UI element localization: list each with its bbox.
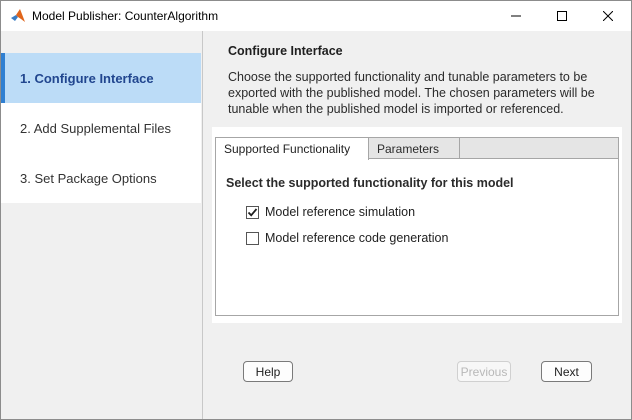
section-description: Choose the supported functionality and t… [228,70,595,116]
close-icon[interactable] [585,1,631,31]
window-controls [493,1,631,31]
option-model-reference-simulation[interactable]: Model reference simulation [246,205,415,219]
tab-content: Select the supported functionality for t… [215,158,619,316]
section-title: Configure Interface [228,44,343,58]
checkbox-checked[interactable] [246,205,259,219]
window-title: Model Publisher: CounterAlgorithm [32,9,219,23]
step-label: 3. Set Package Options [20,170,157,186]
previous-button[interactable]: Previous [457,361,511,382]
tab-supported-functionality[interactable]: Supported Functionality [215,137,369,160]
option-model-reference-code-generation[interactable]: Model reference code generation [246,231,448,245]
minimize-icon[interactable] [493,1,539,31]
step-configure-interface[interactable]: 1. Configure Interface [1,53,201,103]
option-label: Model reference code generation [265,231,449,245]
maximize-icon[interactable] [539,1,585,31]
interface-panel: Supported Functionality Parameters Selec… [212,127,622,323]
step-add-supplemental-files[interactable]: 2. Add Supplemental Files [1,103,201,153]
steps-sidebar: 1. Configure Interface 2. Add Supplement… [1,31,203,419]
next-button[interactable]: Next [541,361,592,382]
help-button[interactable]: Help [243,361,293,382]
option-label: Model reference simulation [265,205,416,219]
matlab-icon [10,8,26,24]
title-bar: Model Publisher: CounterAlgorithm [1,1,631,31]
tab-label: Parameters [377,141,440,156]
tab-strip: Supported Functionality Parameters [215,137,619,160]
step-set-package-options[interactable]: 3. Set Package Options [1,153,201,203]
step-label: 2. Add Supplemental Files [20,120,172,136]
main-content: Configure Interface Choose the supported… [203,31,631,419]
tab-parameters[interactable]: Parameters [368,137,460,159]
tab-label: Supported Functionality [224,142,351,156]
functionality-heading: Select the supported functionality for t… [226,176,514,190]
step-label: 1. Configure Interface [20,70,154,86]
model-publisher-window: Model Publisher: CounterAlgorithm 1. Con… [0,0,632,420]
checkbox-unchecked[interactable] [246,231,259,245]
